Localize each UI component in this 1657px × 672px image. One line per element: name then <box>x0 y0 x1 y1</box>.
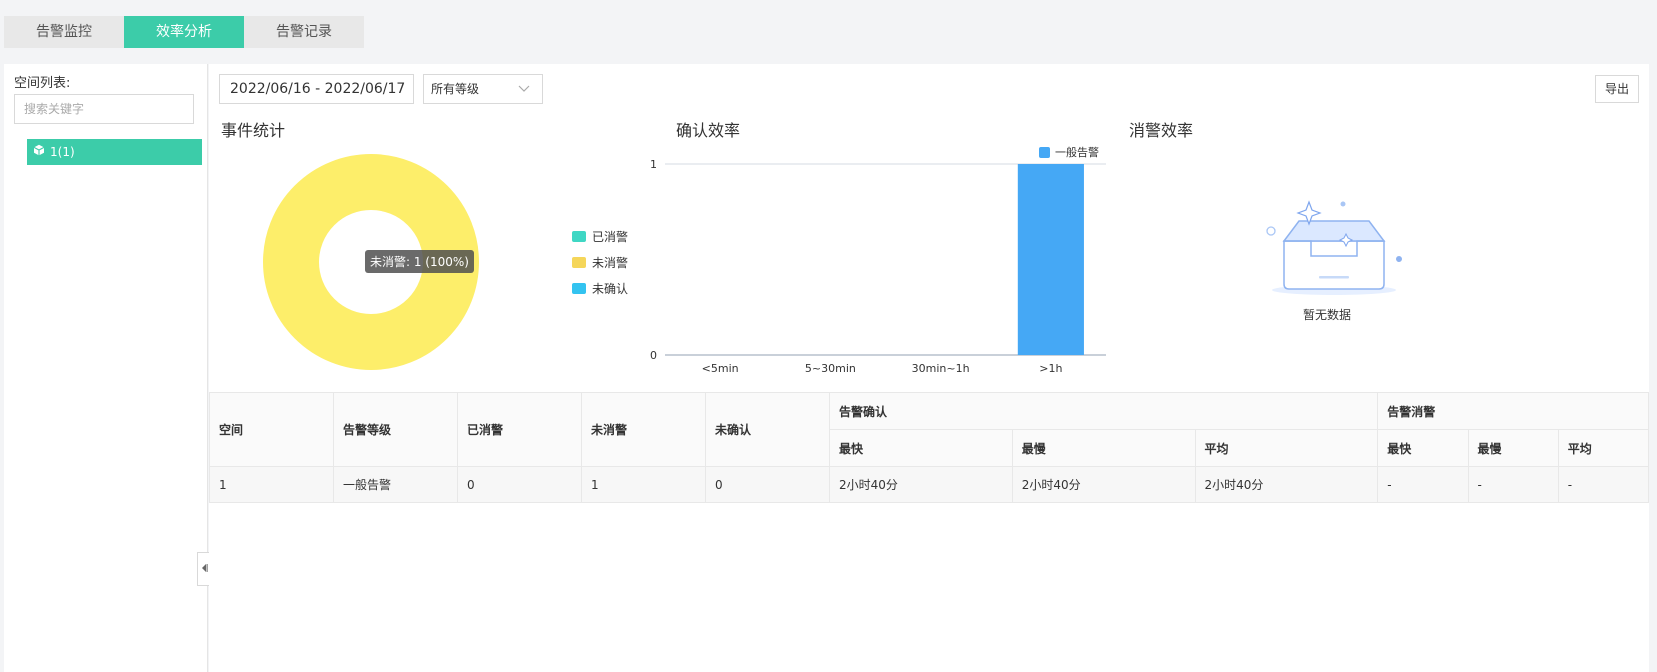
header-unconfirmed: 未确认 <box>705 392 830 467</box>
header-resolve-slowest: 最慢 <box>1467 429 1559 467</box>
header-confirm-group: 告警确认 <box>828 392 1379 430</box>
x-tick-label: <5min <box>702 362 739 375</box>
space-list-title: 空间列表: <box>14 76 71 91</box>
legend-swatch <box>1039 147 1050 158</box>
legend-unresolved[interactable]: 未消警 <box>572 254 628 271</box>
level-select[interactable]: 所有等级 <box>423 74 543 104</box>
collapse-left-icon <box>200 562 208 577</box>
confirm-bar-chart: 0 1 <5min 5~30min 30min~1h >1h 一般告警 <box>650 145 1106 375</box>
cell-resolve-fastest: - <box>1377 466 1469 503</box>
header-confirm-fastest: 最快 <box>829 429 1013 467</box>
efficiency-table: 空间 告警等级 已消警 未消警 未确认 告警确认 告警消警 最快 最慢 平均 最… <box>209 392 1650 503</box>
bar[interactable] <box>1017 164 1084 355</box>
date-range-picker[interactable]: 2022/06/16 - 2022/06/17 <box>219 74 414 104</box>
tab-efficiency-analysis[interactable]: 效率分析 <box>124 16 244 48</box>
cube-icon <box>33 139 45 165</box>
cell-space: 1 <box>209 466 334 503</box>
y-tick-label: 1 <box>650 158 657 171</box>
header-resolve-average: 平均 <box>1557 429 1650 467</box>
view-tabs: 告警监控 效率分析 告警记录 <box>4 16 364 48</box>
tree-item-space-1[interactable]: 1(1) <box>27 139 202 165</box>
x-tick-label: 30min~1h <box>912 362 970 375</box>
table-row: 1 一般告警 0 1 0 2小时40分 2小时40分 2小时40分 - - - <box>209 466 1650 503</box>
header-resolve-fastest: 最快 <box>1377 429 1469 467</box>
donut-tooltip: 未消警: 1 (100%) <box>365 250 474 273</box>
cell-level: 一般告警 <box>333 466 458 503</box>
header-resolved: 已消警 <box>457 392 582 467</box>
empty-inbox-icon <box>1266 200 1402 295</box>
header-unresolved: 未消警 <box>581 392 706 467</box>
empty-data-text: 暂无数据 <box>1303 308 1352 322</box>
header-space: 空间 <box>209 392 334 467</box>
cell-unresolved: 1 <box>581 466 706 503</box>
space-search-input[interactable] <box>14 94 194 124</box>
header-resolve-group: 告警消警 <box>1377 392 1649 430</box>
tab-alarm-records[interactable]: 告警记录 <box>244 16 364 48</box>
legend-resolved-swatch <box>572 231 586 242</box>
cell-resolve-average: - <box>1557 466 1650 503</box>
x-tick-label: >1h <box>1039 362 1062 375</box>
event-stats-title: 事件统计 <box>221 121 286 140</box>
header-level: 告警等级 <box>333 392 458 467</box>
legend-unconfirmed-swatch <box>572 283 586 294</box>
legend-unconfirmed[interactable]: 未确认 <box>572 280 628 297</box>
cell-resolved: 0 <box>457 466 582 503</box>
space-sidebar: 空间列表: 1(1) <box>4 64 211 672</box>
cell-confirm-average: 2小时40分 <box>1194 466 1379 503</box>
cell-resolve-slowest: - <box>1467 466 1559 503</box>
main-content: 2022/06/16 - 2022/06/17 所有等级 导出 事件统计 未消警… <box>209 64 1650 672</box>
cell-unconfirmed: 0 <box>705 466 830 503</box>
confirm-efficiency-title: 确认效率 <box>676 121 741 140</box>
legend-resolved-label: 已消警 <box>592 230 629 244</box>
y-tick-label: 0 <box>650 349 657 362</box>
x-tick-label: 5~30min <box>805 362 856 375</box>
header-confirm-average: 平均 <box>1194 429 1379 467</box>
cell-confirm-slowest: 2小时40分 <box>1011 466 1196 503</box>
cell-confirm-fastest: 2小时40分 <box>829 466 1013 503</box>
legend-unresolved-label: 未消警 <box>592 256 629 270</box>
level-select-value: 所有等级 <box>431 82 480 96</box>
chevron-down-icon <box>518 75 530 103</box>
tab-alarm-monitor[interactable]: 告警监控 <box>4 16 124 48</box>
tree-item-label: 1(1) <box>50 145 75 159</box>
legend-unresolved-swatch <box>572 257 586 268</box>
legend-unconfirmed-label: 未确认 <box>592 282 629 296</box>
header-confirm-slowest: 最慢 <box>1011 429 1196 467</box>
legend-resolved[interactable]: 已消警 <box>572 228 628 245</box>
export-button[interactable]: 导出 <box>1595 75 1639 103</box>
resolve-efficiency-title: 消警效率 <box>1129 121 1194 140</box>
legend-label[interactable]: 一般告警 <box>1055 145 1099 159</box>
